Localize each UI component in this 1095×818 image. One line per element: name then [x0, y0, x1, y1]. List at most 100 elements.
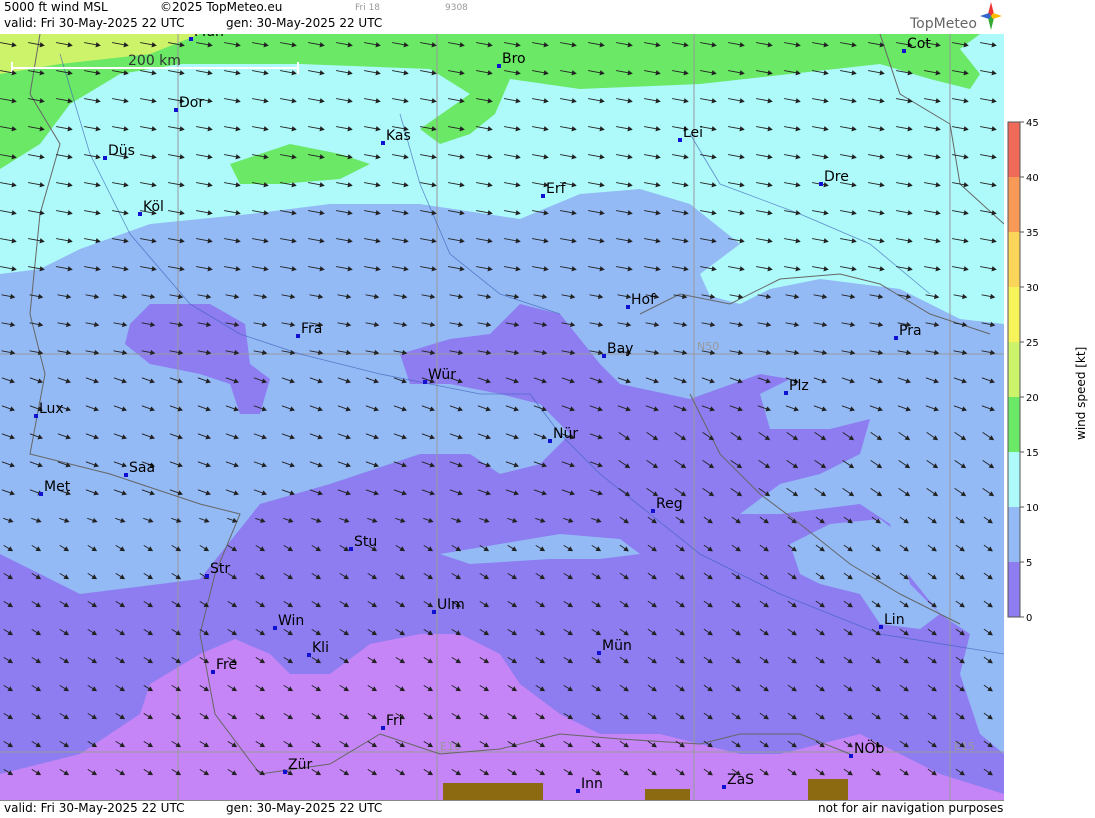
- compass-logo-icon: [980, 2, 1002, 30]
- legend-tick-label: 0: [1026, 613, 1032, 624]
- city-label: Dre: [824, 169, 849, 185]
- city-label: Win: [278, 613, 304, 629]
- wind-map[interactable]: N50 E10 E15 200 km MünBroCotDorKasDüsLei…: [0, 34, 1004, 800]
- city-label: Mün: [602, 638, 632, 654]
- city-label: Lux: [39, 401, 64, 417]
- legend-tick-label: 35: [1026, 228, 1039, 239]
- city-label: Lei: [683, 125, 703, 141]
- legend-color-step: [1008, 287, 1020, 342]
- city-label: Dor: [179, 95, 204, 111]
- city-label: Met: [44, 479, 71, 495]
- legend-color-step: [1008, 177, 1020, 232]
- city-label: Köl: [143, 199, 164, 215]
- city-marker: [211, 670, 215, 674]
- legend-color-step: [1008, 122, 1020, 177]
- legend-tick-label: 25: [1026, 338, 1039, 349]
- brand-logo-text: TopMeteo: [910, 16, 977, 32]
- city-marker: [283, 770, 287, 774]
- footer-generation-time: gen: 30-May-2025 22 UTC: [226, 801, 383, 815]
- footer-bar: valid: Fri 30-May-2025 22 UTC gen: 30-Ma…: [0, 800, 1004, 815]
- legend-tick-label: 30: [1026, 283, 1039, 294]
- city-marker: [174, 108, 178, 112]
- city-label: Kli: [312, 640, 329, 656]
- city-label: Cot: [907, 36, 931, 52]
- legend-tick-label: 5: [1026, 558, 1032, 569]
- city-marker: [548, 439, 552, 443]
- city-label: Inn: [581, 776, 603, 792]
- city-marker: [902, 49, 906, 53]
- city-label: Lin: [884, 612, 905, 628]
- city-marker: [381, 141, 385, 145]
- city-label: Str: [210, 561, 230, 577]
- wind-map-canvas: N50 E10 E15 200 km MünBroCotDorKasDüsLei…: [0, 34, 1004, 800]
- city-marker: [273, 626, 277, 630]
- city-marker: [597, 651, 601, 655]
- city-marker: [205, 574, 209, 578]
- day-tag: Fri 18: [355, 3, 381, 13]
- legend-tick-label: 15: [1026, 448, 1039, 459]
- city-label: Mün: [194, 34, 224, 40]
- city-label: Fre: [216, 657, 237, 673]
- city-marker: [819, 182, 823, 186]
- city-label: Ulm: [437, 597, 465, 613]
- city-marker: [784, 391, 788, 395]
- city-label: Düs: [108, 143, 135, 159]
- legend-color-step: [1008, 452, 1020, 507]
- city-marker: [138, 212, 142, 216]
- code-tag: 9308: [445, 3, 468, 13]
- city-marker: [602, 354, 606, 358]
- disclaimer: not for air navigation purposes: [818, 801, 1004, 815]
- city-marker: [423, 380, 427, 384]
- city-marker: [296, 334, 300, 338]
- city-label: Nür: [553, 426, 578, 442]
- legend: 45 40 35 30 25 20 15 10 5 0 wind speed [kt]: [1004, 0, 1095, 814]
- legend-tick-label: 10: [1026, 503, 1039, 514]
- city-marker: [651, 509, 655, 513]
- city-marker: [576, 789, 580, 793]
- city-marker: [894, 336, 898, 340]
- city-label: Erf: [546, 181, 567, 197]
- map-title: 5000 ft wind MSL: [4, 0, 108, 14]
- city-marker: [307, 653, 311, 657]
- city-label: Kas: [386, 128, 411, 144]
- legend-color-step: [1008, 507, 1020, 562]
- city-label: Bro: [502, 51, 526, 67]
- city-marker: [678, 138, 682, 142]
- valid-time: valid: Fri 30-May-2025 22 UTC: [4, 16, 185, 30]
- city-label: Zür: [288, 757, 312, 773]
- city-marker: [39, 492, 43, 496]
- copyright: ©2025 TopMeteo.eu: [160, 0, 283, 14]
- city-marker: [879, 625, 883, 629]
- city-marker: [189, 37, 193, 41]
- legend-canvas: 45 40 35 30 25 20 15 10 5 0 wind speed [kt]: [1007, 118, 1088, 624]
- terrain-mask: [443, 783, 543, 800]
- legend-color-step: [1008, 397, 1020, 452]
- footer-valid-time: valid: Fri 30-May-2025 22 UTC: [4, 801, 185, 815]
- lat-label-n50: N50: [697, 340, 719, 353]
- header-bar: 5000 ft wind MSL ©2025 TopMeteo.eu Fri 1…: [0, 0, 1004, 35]
- scale-bar-label: 200 km: [128, 53, 181, 69]
- city-marker: [432, 610, 436, 614]
- city-label: Bay: [607, 341, 633, 357]
- city-marker: [103, 156, 107, 160]
- city-marker: [541, 194, 545, 198]
- legend-color-step: [1008, 342, 1020, 397]
- city-marker: [381, 726, 385, 730]
- city-marker: [124, 473, 128, 477]
- city-label: Pra: [899, 323, 922, 339]
- city-label: NÖb: [854, 739, 884, 757]
- city-marker: [626, 305, 630, 309]
- legend-color-step: [1008, 232, 1020, 287]
- city-label: Hof: [631, 292, 656, 308]
- city-label: Saa: [129, 460, 155, 476]
- city-label: Plz: [789, 378, 809, 394]
- legend-color-step: [1008, 562, 1020, 617]
- legend-title: wind speed [kt]: [1074, 347, 1088, 440]
- city-label: Fri: [386, 713, 403, 729]
- city-label: Stu: [354, 534, 377, 550]
- city-marker: [722, 785, 726, 789]
- city-label: Fra: [301, 321, 322, 337]
- generation-time: gen: 30-May-2025 22 UTC: [226, 16, 383, 30]
- city-label: Wür: [428, 367, 456, 383]
- city-label: ZaS: [727, 772, 754, 788]
